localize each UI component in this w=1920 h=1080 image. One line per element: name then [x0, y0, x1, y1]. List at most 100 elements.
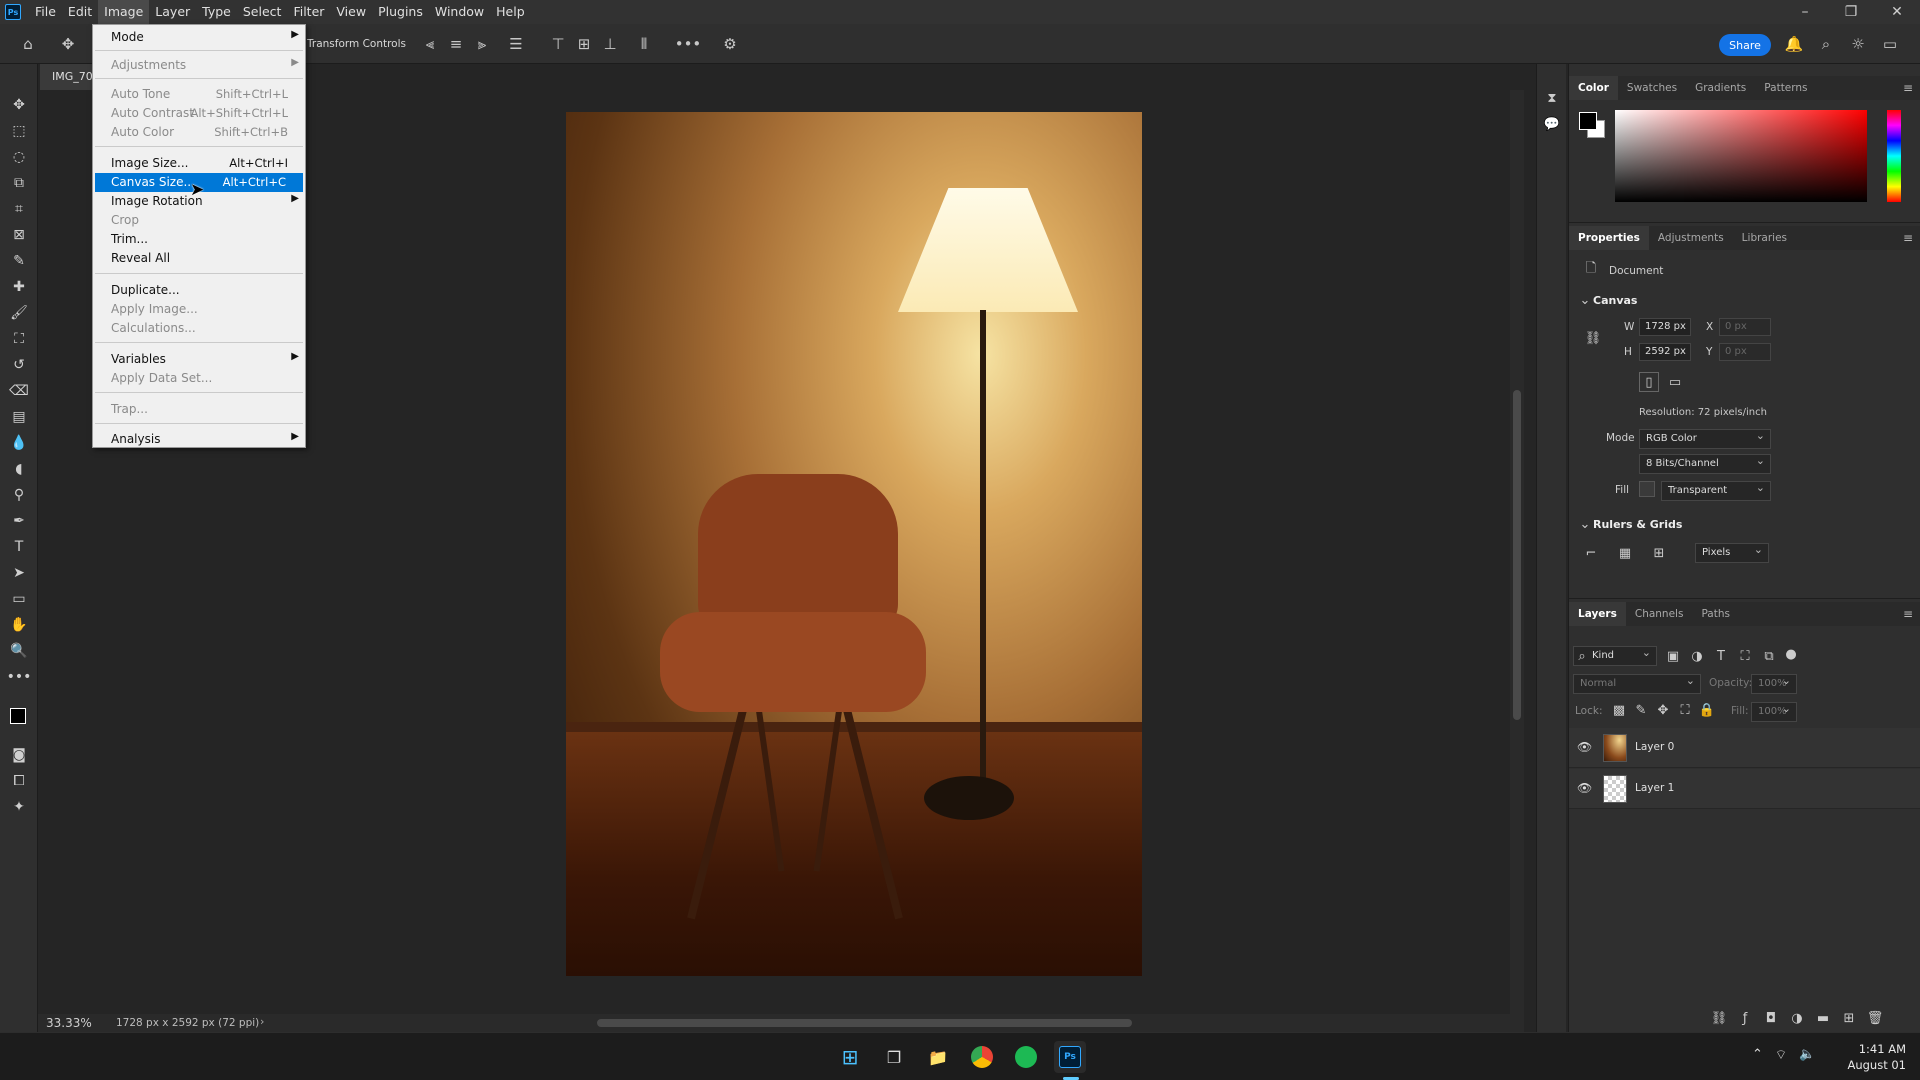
close-button[interactable]: ✕ — [1874, 0, 1920, 24]
menu-item-apply-data-set[interactable]: Apply Data Set... — [93, 369, 305, 388]
spotify-icon[interactable] — [1010, 1041, 1042, 1073]
align-left-icon[interactable]: ⫷ — [418, 32, 442, 56]
tab-properties[interactable]: Properties — [1569, 226, 1649, 250]
align-bottom-icon[interactable]: ⊥ — [598, 32, 622, 56]
chrome-icon[interactable] — [966, 1041, 998, 1073]
lock-artboard-icon[interactable]: ⛶ — [1675, 700, 1695, 720]
generative-icon[interactable]: ✦ — [7, 796, 31, 818]
status-menu-arrow-icon[interactable]: › — [260, 1015, 264, 1028]
blend-mode-dropdown[interactable]: Normal — [1573, 672, 1701, 694]
menu-edit[interactable]: Edit — [62, 0, 98, 24]
tab-channels[interactable]: Channels — [1626, 602, 1693, 626]
color-picker-field[interactable] — [1615, 110, 1867, 202]
eye-visibility-icon[interactable]: 👁 — [1577, 740, 1592, 754]
menu-file[interactable]: File — [29, 0, 62, 24]
menu-item-duplicate[interactable]: Duplicate... — [93, 281, 305, 300]
fill-color-swatch[interactable] — [1639, 481, 1655, 497]
share-button[interactable]: Share — [1719, 34, 1771, 56]
object-select-tool-icon[interactable]: ⧉ — [7, 172, 31, 194]
move-tool-icon[interactable]: ✥ — [7, 94, 31, 116]
distribute-vertical-icon[interactable]: ⫴ — [632, 32, 656, 56]
search-icon[interactable]: ⌕ — [1814, 32, 1838, 56]
rectangle-tool-icon[interactable]: ▭ — [7, 588, 31, 610]
landscape-orientation-icon[interactable]: ▭ — [1665, 372, 1685, 392]
menu-item-auto-contrast[interactable]: Auto Contrast Alt+Shift+Ctrl+L — [93, 104, 305, 123]
vertical-scrollbar[interactable] — [1510, 90, 1524, 1014]
menu-item-reveal-all[interactable]: Reveal All — [93, 249, 305, 268]
menu-image[interactable]: Image — [98, 0, 150, 24]
lock-pixels-icon[interactable]: ✎ — [1631, 700, 1651, 720]
quick-mask-icon[interactable]: ◙ — [7, 744, 31, 766]
blur-tool-icon[interactable]: 💧 — [7, 432, 31, 454]
workspace-icon[interactable]: ▭ — [1878, 32, 1902, 56]
fill-dropdown[interactable]: Transparent — [1661, 479, 1771, 501]
pixel-filter-icon[interactable]: ▣ — [1663, 646, 1683, 666]
canvas-x-field[interactable]: 0 px — [1719, 318, 1771, 336]
type-tool-icon[interactable]: T — [7, 536, 31, 558]
link-icon[interactable]: ⛓ — [1583, 328, 1603, 348]
menu-help[interactable]: Help — [490, 0, 531, 24]
menu-type[interactable]: Type — [196, 0, 237, 24]
horizontal-scroll-thumb[interactable] — [597, 1019, 1132, 1027]
history-panel-icon[interactable]: ⧗ — [1542, 88, 1562, 108]
marquee-tool-icon[interactable]: ⬚ — [7, 120, 31, 142]
lock-transparency-icon[interactable]: ▩ — [1609, 700, 1629, 720]
comments-panel-icon[interactable]: 💬 — [1542, 114, 1562, 134]
more-options-icon[interactable]: ••• — [675, 32, 702, 56]
windows-start-icon[interactable]: ⊞ — [834, 1041, 866, 1073]
lock-position-icon[interactable]: ✥ — [1653, 700, 1673, 720]
distribute-icon[interactable]: ☰ — [504, 32, 528, 56]
menu-view[interactable]: View — [330, 0, 372, 24]
lock-icon[interactable]: 🔒 — [1697, 700, 1717, 720]
menu-item-apply-image[interactable]: Apply Image... — [93, 300, 305, 319]
link-layers-icon[interactable]: ⛓ — [1709, 1008, 1729, 1028]
photoshop-logo-icon[interactable]: Ps — [5, 4, 21, 20]
home-icon[interactable]: ⌂ — [16, 32, 40, 56]
gradient-tool-icon[interactable]: ▤ — [7, 406, 31, 428]
fx-icon[interactable]: ƒ — [1735, 1008, 1755, 1028]
tab-layers[interactable]: Layers — [1569, 602, 1626, 626]
lasso-tool-icon[interactable]: ◌ — [7, 146, 31, 168]
menu-filter[interactable]: Filter — [287, 0, 330, 24]
eyedropper-tool-icon[interactable]: ✎ — [7, 250, 31, 272]
restore-button[interactable]: ❐ — [1828, 0, 1874, 24]
chevron-up-icon[interactable]: ⌃ — [1752, 1047, 1763, 1063]
screen-mode-icon[interactable]: ⧠ — [7, 770, 31, 792]
healing-tool-icon[interactable]: ✚ — [7, 276, 31, 298]
layer-row[interactable]: 👁 Layer 0 — [1569, 728, 1920, 768]
align-center-icon[interactable]: ≡ — [444, 32, 468, 56]
menu-item-image-size[interactable]: Image Size... Alt+Ctrl+I — [93, 154, 305, 173]
opacity-field[interactable]: 100% — [1751, 672, 1797, 694]
tab-gradients[interactable]: Gradients — [1686, 76, 1755, 100]
layer-row[interactable]: 👁 Layer 1 — [1569, 769, 1920, 809]
gear-icon[interactable]: ⚙ — [718, 32, 742, 56]
zoom-tool-icon[interactable]: 🔍 — [7, 640, 31, 662]
task-view-icon[interactable]: ❐ — [878, 1041, 910, 1073]
bell-icon[interactable]: 🔔 — [1782, 32, 1806, 56]
adjustment-filter-icon[interactable]: ◑ — [1687, 646, 1707, 666]
file-explorer-icon[interactable]: 📁 — [922, 1041, 954, 1073]
menu-item-trap[interactable]: Trap... — [93, 400, 305, 419]
canvas-width-field[interactable]: 1728 px — [1639, 318, 1691, 336]
menu-item-crop[interactable]: Crop — [93, 211, 305, 230]
tab-patterns[interactable]: Patterns — [1755, 76, 1816, 100]
menu-window[interactable]: Window — [429, 0, 490, 24]
clock[interactable]: 1:41 AM August 01 — [1830, 1041, 1906, 1073]
tab-adjustments[interactable]: Adjustments — [1649, 226, 1733, 250]
fill-percent-field[interactable]: 100% — [1751, 700, 1797, 722]
grid-icon[interactable]: ▦ — [1615, 543, 1635, 563]
crop-tool-icon[interactable]: ⌗ — [7, 198, 31, 220]
hamburger-menu-icon[interactable]: ≡ — [1903, 231, 1913, 245]
horizontal-scrollbar[interactable] — [290, 1016, 1510, 1030]
new-group-icon[interactable]: ▬ — [1813, 1008, 1833, 1028]
bit-depth-dropdown[interactable]: 8 Bits/Channel — [1639, 452, 1771, 474]
hand-tool-icon[interactable]: ✋ — [7, 614, 31, 636]
eraser-tool-icon[interactable]: ⌫ — [7, 380, 31, 402]
menu-item-calculations[interactable]: Calculations... — [93, 319, 305, 338]
tab-swatches[interactable]: Swatches — [1618, 76, 1686, 100]
align-middle-icon[interactable]: ⊞ — [572, 32, 596, 56]
eye-visibility-icon[interactable]: 👁 — [1577, 781, 1592, 795]
history-brush-icon[interactable]: ↺ — [7, 354, 31, 376]
align-top-icon[interactable]: ⊤ — [546, 32, 570, 56]
chevron-down-icon[interactable]: ⌄ — [1575, 514, 1595, 534]
